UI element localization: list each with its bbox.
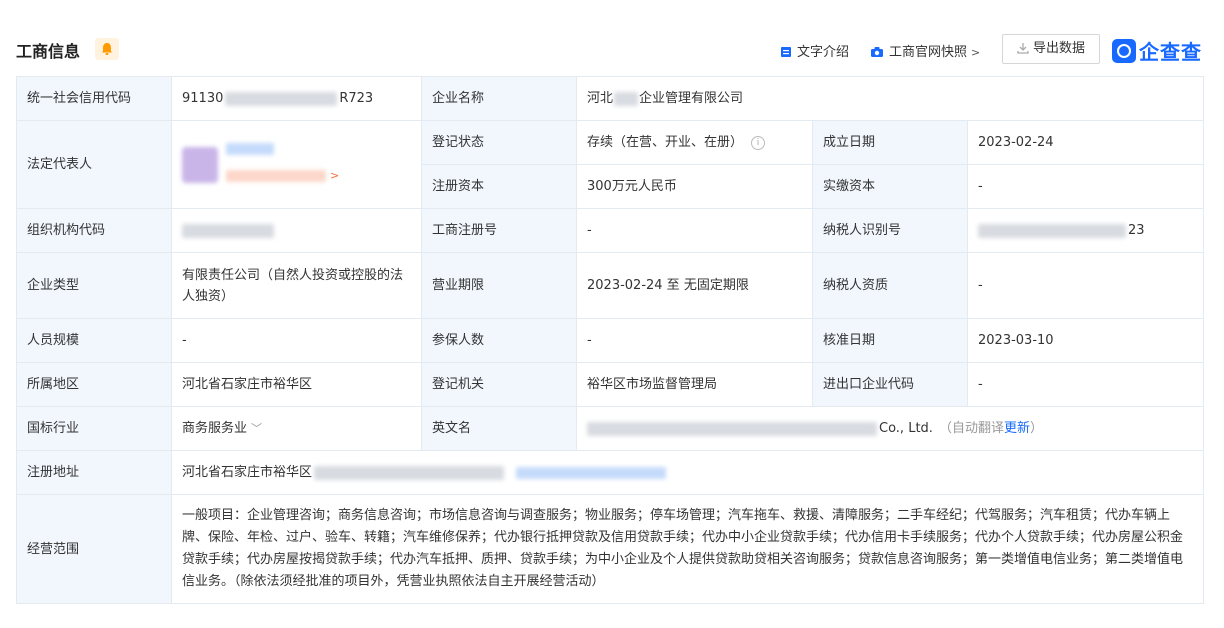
label-industry: 国标行业 xyxy=(17,407,172,451)
info-icon[interactable]: i xyxy=(751,135,766,150)
credit-code-end: R723 xyxy=(339,91,374,106)
value-biz-term: 2023-02-24 至 无固定期限 xyxy=(577,253,813,319)
camera-icon xyxy=(870,46,884,62)
auto-translate-label: （自动翻译 xyxy=(938,421,1004,436)
redacted-block xyxy=(614,91,639,106)
section-title: 工商信息 xyxy=(16,42,81,61)
label-biz-scope: 经营范围 xyxy=(17,495,172,603)
value-industry[interactable]: 商务服务业 ﹀ xyxy=(172,407,422,451)
company-name-end: 企业管理有限公司 xyxy=(639,91,744,106)
value-english-name: Co., Ltd. （自动翻译 更新） xyxy=(577,407,1203,451)
chevron-right-icon: > xyxy=(971,46,981,59)
label-org-code: 组织机构代码 xyxy=(17,209,172,253)
value-staff-size: - xyxy=(172,319,422,363)
close-paren: ） xyxy=(1029,421,1043,436)
chevron-down-icon[interactable]: ﹀ xyxy=(251,418,262,439)
value-tax-id[interactable]: 23 xyxy=(968,209,1203,253)
value-company-name[interactable]: 河北 企业管理有限公司 xyxy=(577,77,1203,121)
address-start: 河北省石家庄市裕华区 xyxy=(182,465,313,480)
value-credit-code[interactable]: 91130 R723 xyxy=(172,77,422,121)
brand-logo: 企查查 xyxy=(1112,36,1202,64)
redacted-block xyxy=(978,223,1126,238)
download-icon xyxy=(1017,37,1029,65)
value-reg-capital: 300万元人民币 xyxy=(577,165,813,209)
business-info-table: 统一社会信用代码 91130 R723 企业名称 河北 企业管理有限公司 法定代表人… xyxy=(16,76,1204,604)
reg-status-text: 存续（在营、开业、在册） xyxy=(587,135,744,150)
label-founded: 成立日期 xyxy=(813,121,968,165)
update-link[interactable]: 更新 xyxy=(1004,418,1030,439)
value-legal-rep[interactable]: > xyxy=(172,121,422,209)
label-reg-capital: 注册资本 xyxy=(422,165,577,209)
brand-logo-icon xyxy=(1112,38,1136,63)
value-reg-status: 存续（在营、开业、在册） i xyxy=(577,121,813,165)
value-company-type: 有限责任公司（自然人投资或控股的法人独资） xyxy=(172,253,422,319)
value-biz-reg-no: - xyxy=(577,209,813,253)
label-tax-id: 纳税人识别号 xyxy=(813,209,968,253)
redacted-block xyxy=(182,223,274,238)
label-region: 所属地区 xyxy=(17,363,172,407)
label-staff-size: 人员规模 xyxy=(17,319,172,363)
text-intro-label: 文字介绍 xyxy=(797,45,850,60)
avatar[interactable] xyxy=(182,146,218,183)
redacted-block xyxy=(225,91,338,106)
document-icon xyxy=(780,46,792,62)
value-taxpayer-qual: - xyxy=(968,253,1203,319)
label-approval-date: 核准日期 xyxy=(813,319,968,363)
value-import-export: - xyxy=(968,363,1203,407)
label-paid-capital: 实缴资本 xyxy=(813,165,968,209)
export-data-label: 导出数据 xyxy=(1032,41,1085,56)
company-name-start: 河北 xyxy=(587,91,614,106)
value-region: 河北省石家庄市裕华区 xyxy=(172,363,422,407)
label-biz-term: 营业期限 xyxy=(422,253,577,319)
redacted-block xyxy=(314,465,505,480)
label-address: 注册地址 xyxy=(17,451,172,495)
redacted-block xyxy=(587,421,877,436)
label-company-type: 企业类型 xyxy=(17,253,172,319)
label-reg-status: 登记状态 xyxy=(422,121,577,165)
chevron-right-icon[interactable]: > xyxy=(330,169,339,182)
value-insured: - xyxy=(577,319,813,363)
value-address: 河北省石家庄市裕华区 xyxy=(172,451,1203,495)
value-biz-scope: 一般项目：企业管理咨询；商务信息咨询；市场信息咨询与调查服务；物业服务；停车场管… xyxy=(172,495,1203,603)
website-snapshot-label: 工商官网快照 xyxy=(889,45,968,60)
industry-text: 商务服务业 xyxy=(182,421,248,436)
value-approval-date: 2023-03-10 xyxy=(968,319,1203,363)
export-data-button[interactable]: 导出数据 xyxy=(1002,34,1100,64)
text-intro-button[interactable]: 文字介绍 xyxy=(780,41,849,62)
english-name-end: Co., Ltd. xyxy=(879,421,933,436)
value-paid-capital: - xyxy=(968,165,1203,209)
label-taxpayer-qual: 纳税人资质 xyxy=(813,253,968,319)
label-reg-authority: 登记机关 xyxy=(422,363,577,407)
credit-code-start: 91130 xyxy=(182,91,224,106)
section-header: 工商信息 文字介绍 工商官网快照 > 导出数据 企查查 xyxy=(0,0,1224,76)
tax-id-end: 23 xyxy=(1128,223,1145,238)
value-founded: 2023-02-24 xyxy=(968,121,1203,165)
redacted-block xyxy=(226,169,326,182)
label-import-export: 进出口企业代码 xyxy=(813,363,968,407)
redacted-block xyxy=(226,143,274,155)
label-biz-reg-no: 工商注册号 xyxy=(422,209,577,253)
redacted-block xyxy=(516,466,667,479)
bell-icon[interactable] xyxy=(95,38,119,60)
website-snapshot-button[interactable]: 工商官网快照 > xyxy=(870,41,980,62)
label-legal-rep: 法定代表人 xyxy=(17,121,172,209)
label-company-name: 企业名称 xyxy=(422,77,577,121)
label-credit-code: 统一社会信用代码 xyxy=(17,77,172,121)
label-english-name: 英文名 xyxy=(422,407,577,451)
value-reg-authority: 裕华区市场监督管理局 xyxy=(577,363,813,407)
label-insured: 参保人数 xyxy=(422,319,577,363)
brand-name: 企查查 xyxy=(1139,40,1202,64)
value-org-code xyxy=(172,209,422,253)
